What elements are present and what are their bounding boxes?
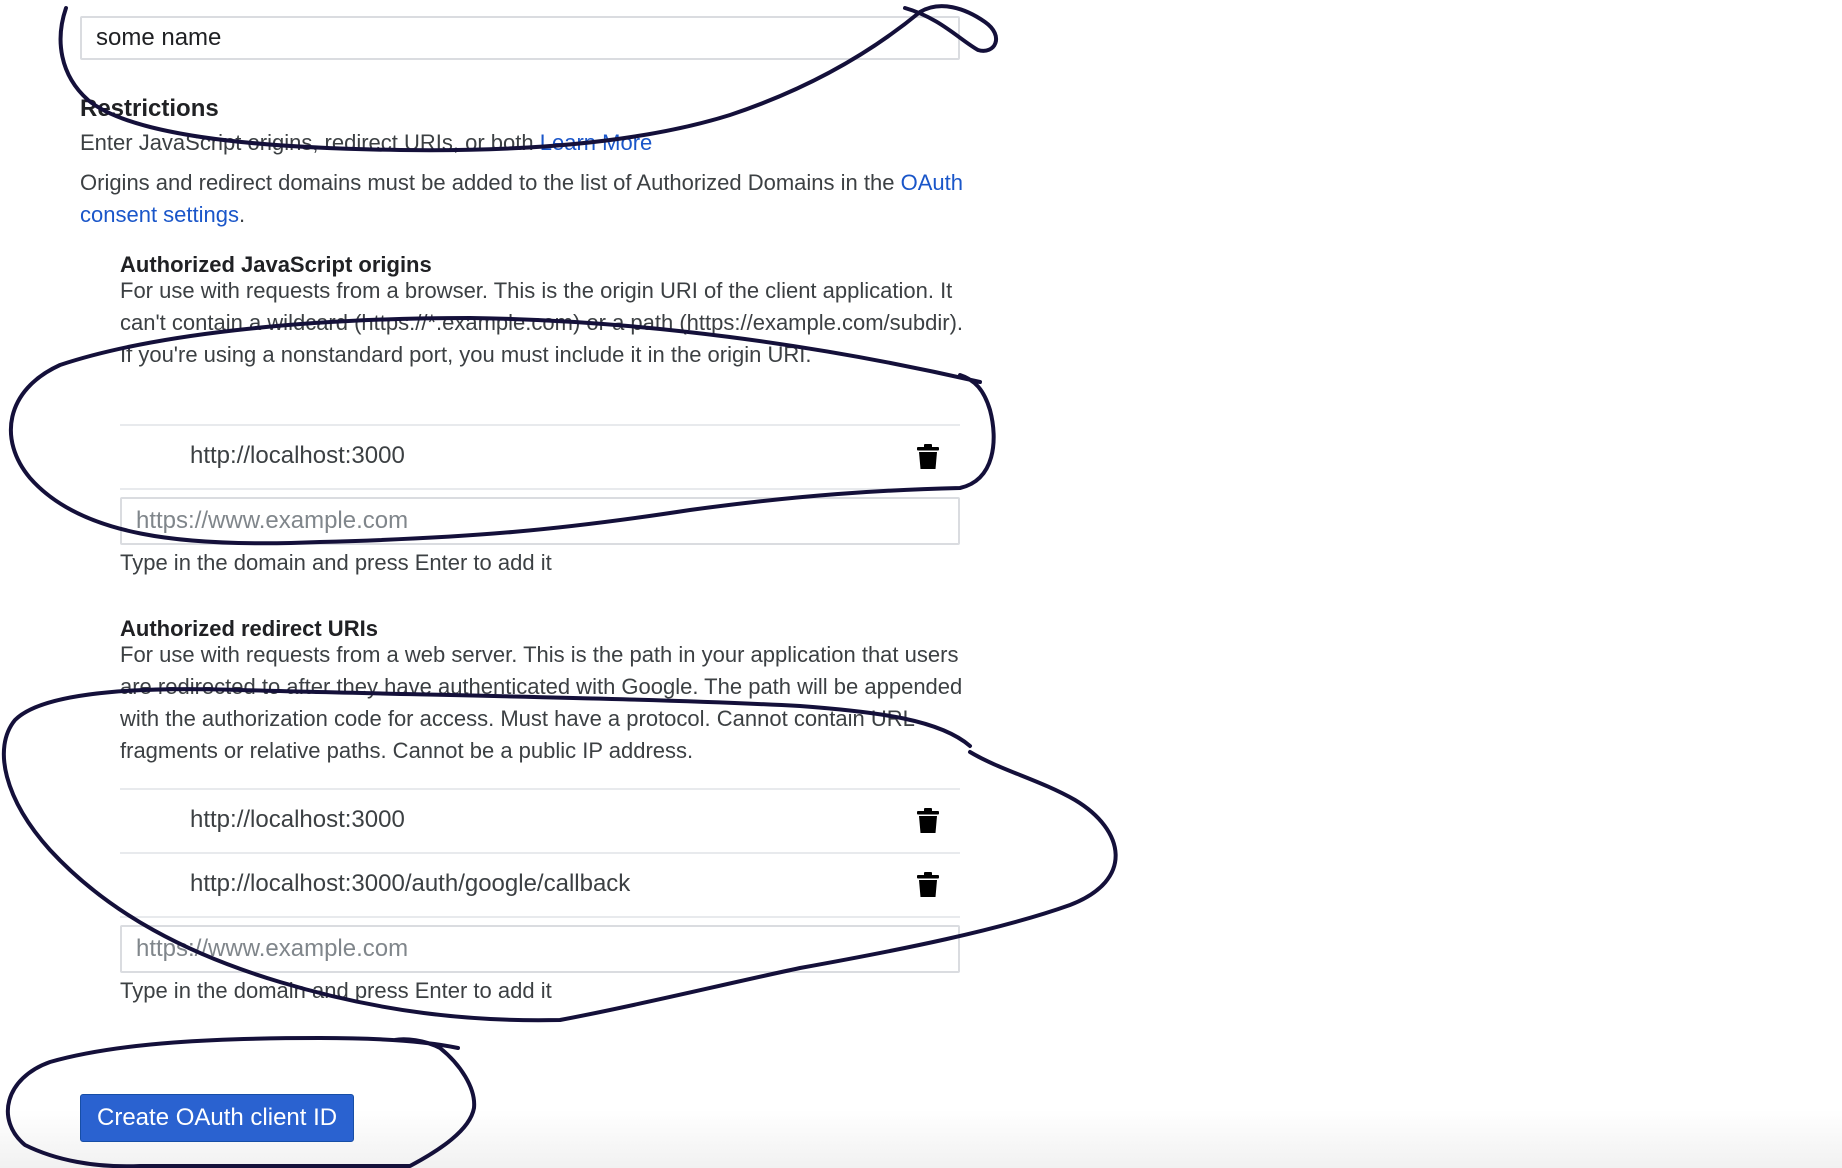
trash-icon[interactable]	[916, 872, 940, 898]
client-name-input[interactable]	[80, 16, 960, 60]
consent-suffix: .	[238, 202, 246, 227]
redirect-uri-add-input[interactable]	[120, 925, 960, 973]
redirect-uri-text: http://localhost:3000/auth/google/callba…	[190, 870, 631, 897]
origin-uri-text: http://localhost:3000	[190, 442, 405, 469]
authorized-domains-text: Origins and redirect domains must be add…	[80, 170, 895, 195]
redirect-uri-text: http://localhost:3000	[190, 806, 405, 833]
create-oauth-client-button[interactable]: Create OAuth client ID	[80, 1094, 355, 1142]
restrictions-intro: Enter JavaScript origins, redirect URIs,…	[80, 127, 652, 159]
restrictions-intro-text: Enter JavaScript origins, redirect URIs,…	[80, 130, 534, 155]
oauth-client-form: Restrictions Enter JavaScript origins, r…	[0, 0, 1842, 1168]
js-origins-list: http://localhost:3000	[120, 424, 960, 490]
learn-more-link[interactable]: Learn More	[540, 130, 653, 155]
redirect-uris-list: http://localhost:3000 http://localhost:3…	[120, 788, 960, 918]
redirect-uris-description: For use with requests from a web server.…	[120, 642, 963, 763]
restrictions-heading: Restrictions	[80, 95, 219, 122]
redirect-uri-hint: Type in the domain and press Enter to ad…	[120, 978, 552, 1003]
js-origin-hint: Type in the domain and press Enter to ad…	[120, 550, 552, 575]
list-item: http://localhost:3000	[120, 426, 960, 490]
authorized-domains-note: Origins and redirect domains must be add…	[80, 167, 980, 231]
js-origin-add-input[interactable]	[120, 497, 960, 545]
list-item: http://localhost:3000	[120, 790, 960, 854]
list-item: http://localhost:3000/auth/google/callba…	[120, 854, 960, 918]
js-origins-description: For use with requests from a browser. Th…	[120, 278, 964, 367]
trash-icon[interactable]	[916, 444, 940, 470]
trash-icon[interactable]	[916, 808, 940, 834]
